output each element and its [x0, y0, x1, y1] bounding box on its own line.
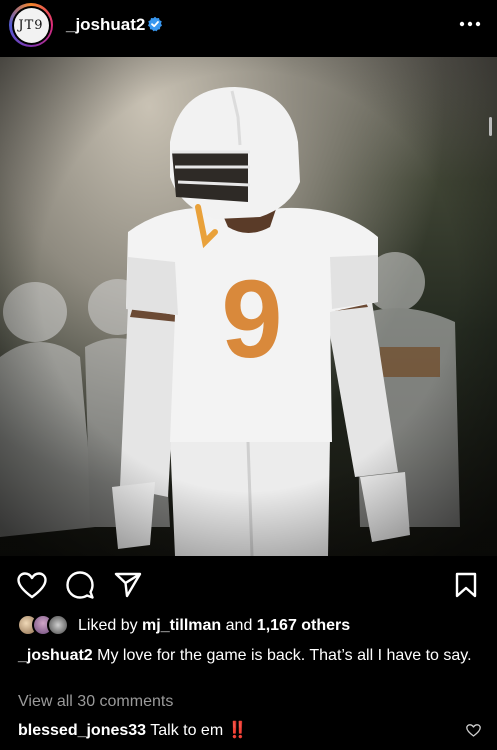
photo-illustration: 9	[0, 57, 497, 556]
scrollbar-thumb[interactable]	[489, 117, 492, 136]
post-header: JT9 _joshuat2	[0, 0, 497, 52]
view-all-comments-link[interactable]: View all 30 comments	[18, 693, 173, 711]
avatar-ring: JT9	[11, 5, 51, 45]
photo-vignette	[0, 57, 497, 556]
post-caption: _joshuat2 My love for the game is back. …	[18, 646, 480, 666]
likes-and: and	[225, 617, 253, 634]
comment-text: Talk to em	[150, 722, 224, 739]
liker-avatar	[47, 614, 69, 636]
post-photo[interactable]: 9	[0, 57, 497, 556]
post-username[interactable]: _joshuat2	[66, 15, 145, 35]
caption-username[interactable]: _joshuat2	[18, 647, 93, 664]
likes-user[interactable]: mj_tillman	[142, 617, 221, 634]
likes-count[interactable]: 1,167 others	[257, 617, 350, 634]
small-heart-icon[interactable]	[466, 724, 481, 737]
top-comment: blessed_jones33 Talk to em ‼️	[18, 720, 248, 740]
heart-icon[interactable]	[17, 572, 47, 599]
caption-text: My love for the game is back. That’s all…	[97, 647, 472, 664]
avatar-logo: JT9	[13, 7, 49, 43]
bookmark-icon[interactable]	[455, 572, 477, 598]
more-options-icon[interactable]	[458, 16, 482, 32]
send-paper-plane-icon[interactable]	[114, 572, 142, 598]
likes-summary[interactable]: Liked by mj_tillman and 1,167 others	[78, 617, 350, 635]
comment-username[interactable]: blessed_jones33	[18, 722, 146, 739]
liked-by-avatars[interactable]	[17, 614, 69, 636]
verified-badge-icon	[148, 16, 162, 32]
comment-bubble-icon[interactable]	[66, 571, 94, 599]
likes-prefix: Liked by	[78, 617, 138, 634]
avatar[interactable]: JT9	[9, 3, 53, 47]
comment-emoji: ‼️	[227, 722, 248, 739]
